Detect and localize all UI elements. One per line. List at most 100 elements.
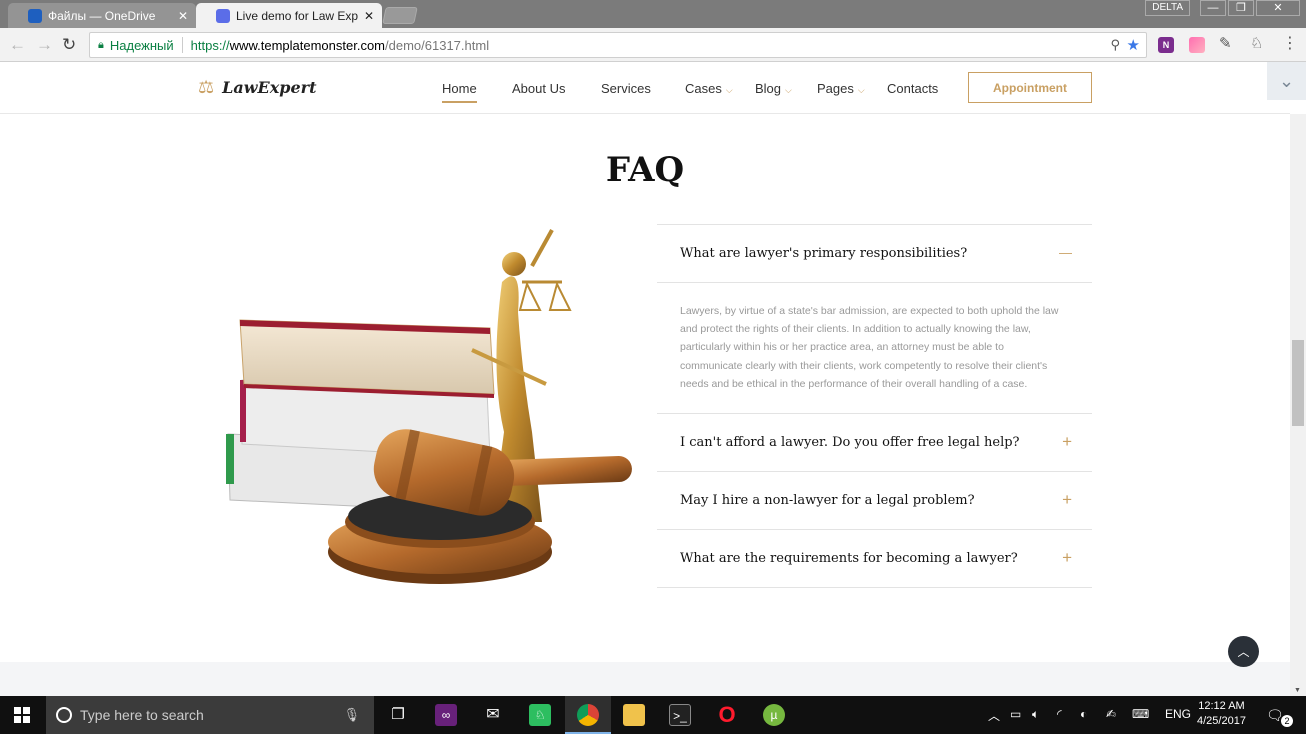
pen-extension-icon[interactable]: ✎ xyxy=(1219,34,1235,52)
chevron-up-icon[interactable]: ︿ xyxy=(988,707,1000,724)
clock-date: 4/25/2017 xyxy=(1197,715,1246,727)
faq-question[interactable]: What are lawyer's primary responsibiliti… xyxy=(657,225,1092,282)
faq-title: FAQ xyxy=(605,150,685,190)
expand-plus-icon[interactable]: + xyxy=(1062,432,1072,452)
nav-home[interactable]: Home xyxy=(442,81,477,103)
faq-question-text: May I hire a non-lawyer for a legal prob… xyxy=(680,493,975,509)
nav-label: Services xyxy=(601,81,651,96)
task-view-icon[interactable]: ❐ xyxy=(387,704,409,726)
url-host: www.templatemonster.com xyxy=(229,37,386,53)
nav-label: Pages xyxy=(817,81,854,96)
notification-count-badge: 2 xyxy=(1281,715,1293,727)
site-header: ⚖ LawExpert Home About Us Services Cases… xyxy=(0,62,1290,114)
extension-icon[interactable] xyxy=(1189,37,1205,53)
expand-plus-icon[interactable]: + xyxy=(1062,490,1072,510)
address-bar[interactable]: 🔒︎ Надежный https://www.templatemonster.… xyxy=(89,32,1147,58)
system-clock[interactable]: 12:12 AM 4/25/2017 xyxy=(1197,699,1246,729)
close-icon[interactable]: ✕ xyxy=(178,9,188,23)
chevron-down-icon: ⌵ xyxy=(785,85,792,95)
close-icon[interactable]: ✕ xyxy=(364,9,374,23)
close-window-icon[interactable]: ✕ xyxy=(1256,0,1300,16)
collapse-minus-icon[interactable]: — xyxy=(1059,245,1072,260)
page-scrollbar[interactable]: ▼ xyxy=(1290,114,1306,696)
chevron-down-icon[interactable]: ⌄ xyxy=(1267,62,1306,100)
faq-item: What are lawyer's primary responsibiliti… xyxy=(657,225,1092,415)
nav-label: Cases xyxy=(685,81,722,96)
faq-question-text: What are lawyer's primary responsibiliti… xyxy=(680,246,968,261)
terminal-icon[interactable]: >_ xyxy=(669,704,691,726)
onedrive-icon xyxy=(28,8,42,23)
chevron-down-icon: ⌵ xyxy=(857,85,865,95)
site-logo[interactable]: ⚖ LawExpert xyxy=(198,77,316,98)
divider xyxy=(181,37,183,53)
browser-menu-icon[interactable]: ⋮ xyxy=(1282,33,1298,52)
nav-about-us[interactable]: About Us xyxy=(512,81,565,96)
secure-label: Надежный xyxy=(109,37,174,53)
web-page: ⚖ LawExpert Home About Us Services Cases… xyxy=(0,62,1306,696)
cortana-icon xyxy=(56,707,72,723)
evernote-extension-icon[interactable]: ♘ xyxy=(1250,34,1266,52)
nav-blog[interactable]: Blog ⌵ xyxy=(755,81,792,96)
nav-services[interactable]: Services xyxy=(601,81,651,96)
expand-plus-icon[interactable]: + xyxy=(1062,548,1072,568)
bookmark-star-icon[interactable]: ★ xyxy=(1127,36,1140,54)
nav-label: Blog xyxy=(755,81,782,96)
tab-law-expert[interactable]: Live demo for Law Expert ✕ xyxy=(196,3,382,28)
wifi-icon[interactable]: ◜ xyxy=(1057,707,1062,721)
battery-icon[interactable]: ▭ xyxy=(1010,707,1021,721)
faq-accordion: What are lawyer's primary responsibiliti… xyxy=(657,224,1092,589)
faq-question[interactable]: What are the requirements for becoming a… xyxy=(657,530,1092,587)
volume-icon[interactable]: 🔈︎ xyxy=(1032,707,1039,722)
utorrent-icon[interactable]: µ xyxy=(763,704,785,726)
browser-toolbar: ← → ↻ 🔒︎ Надежный https://www.templatemo… xyxy=(0,28,1306,62)
faq-question[interactable]: May I hire a non-lawyer for a legal prob… xyxy=(657,472,1092,529)
new-tab-button[interactable] xyxy=(382,7,418,24)
logo-text: LawExpert xyxy=(222,78,317,97)
microphone-icon[interactable]: 🎙︎ xyxy=(343,707,360,723)
minimize-icon[interactable]: — xyxy=(1200,0,1226,16)
chrome-icon[interactable] xyxy=(577,704,599,726)
faq-answer: Lawyers, by virtue of a state's bar admi… xyxy=(657,282,1092,413)
weather-icon[interactable]: ◐ xyxy=(1080,707,1087,721)
browser-tabstrip: Файлы — OneDrive ✕ Live demo for Law Exp… xyxy=(0,0,1306,28)
pen-icon[interactable]: ✍︎ xyxy=(1106,707,1116,721)
nav-pages[interactable]: Pages ⌵ xyxy=(817,81,865,96)
nav-label: About Us xyxy=(512,81,566,96)
taskbar-search[interactable]: Type here to search 🎙︎ xyxy=(46,696,374,734)
tab-onedrive[interactable]: Файлы — OneDrive ✕ xyxy=(8,3,196,28)
file-explorer-icon[interactable] xyxy=(623,704,645,726)
chevron-up-icon: ︿ xyxy=(1237,645,1250,659)
appointment-button[interactable]: Appointment xyxy=(968,72,1092,103)
faq-item: What are the requirements for becoming a… xyxy=(657,530,1092,589)
forward-arrow-icon[interactable]: → xyxy=(36,35,53,55)
restore-icon[interactable]: ❐ xyxy=(1228,0,1254,16)
language-indicator[interactable]: ENG xyxy=(1165,707,1191,721)
back-arrow-icon[interactable]: ← xyxy=(9,35,26,55)
faq-item: May I hire a non-lawyer for a legal prob… xyxy=(657,472,1092,531)
onenote-extension-icon[interactable]: N xyxy=(1158,37,1174,53)
scrollbar-thumb[interactable] xyxy=(1292,340,1304,426)
justice-illustration xyxy=(226,229,632,584)
mail-icon[interactable]: ✉ xyxy=(482,704,504,726)
faq-question[interactable]: I can't afford a lawyer. Do you offer fr… xyxy=(657,414,1092,471)
evernote-icon[interactable]: ♘ xyxy=(529,704,551,726)
scroll-to-top-button[interactable]: ︿ xyxy=(1228,636,1259,667)
windows-start-icon[interactable] xyxy=(14,707,30,723)
faq-question-text: What are the requirements for becoming a… xyxy=(680,551,1018,567)
nav-label: Contacts xyxy=(887,81,939,96)
tab-title: Live demo for Law Expert xyxy=(236,8,358,23)
zoom-icon[interactable]: ⚲ xyxy=(1110,37,1120,53)
url-scheme: https:// xyxy=(190,37,230,53)
opera-icon[interactable]: O xyxy=(716,704,738,726)
profile-label[interactable]: DELTA xyxy=(1145,0,1190,16)
nav-cases[interactable]: Cases ⌵ xyxy=(685,81,733,96)
nav-contacts[interactable]: Contacts xyxy=(887,81,938,96)
url-path: /demo/61317.html xyxy=(385,37,490,53)
clock-time: 12:12 AM xyxy=(1198,700,1245,712)
keyboard-icon[interactable]: ⌨ xyxy=(1132,707,1149,721)
visual-studio-icon[interactable]: ∞ xyxy=(435,704,457,726)
scroll-down-arrow-icon[interactable]: ▼ xyxy=(1294,687,1301,694)
reload-icon[interactable]: ↻ xyxy=(62,35,76,55)
windows-taskbar: Type here to search 🎙︎ ❐ ∞ ✉ ♘ >_ O µ ︿ … xyxy=(0,696,1306,734)
taskbar-search-placeholder: Type here to search xyxy=(80,707,204,723)
